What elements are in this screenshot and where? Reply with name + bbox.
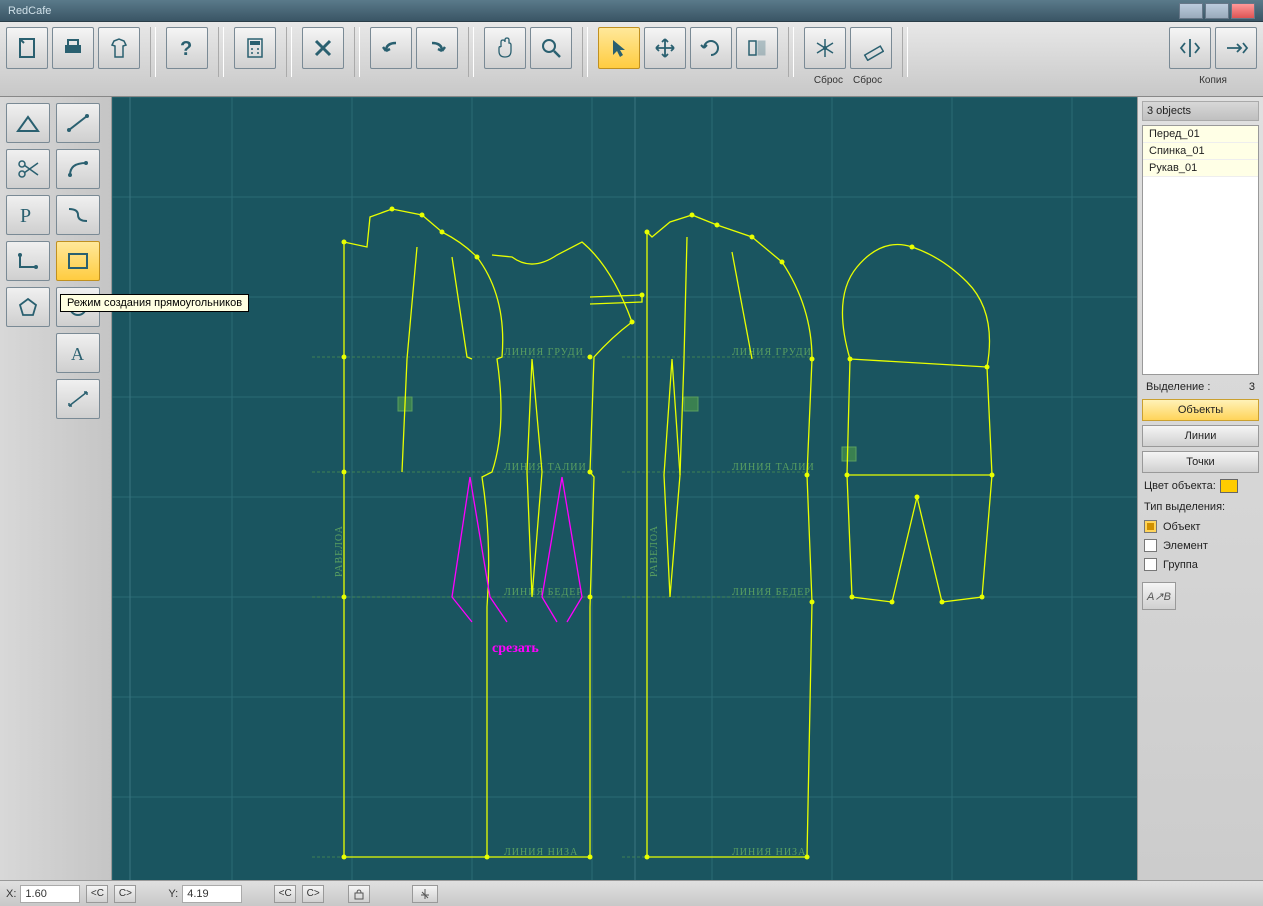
triangle-tool[interactable] <box>6 103 50 143</box>
x-dec[interactable]: <С <box>86 885 108 903</box>
main-toolbar: ? Сброс Сброс <box>0 22 1263 97</box>
svg-text:ЛИНИЯ БЕДЕР: ЛИНИЯ БЕДЕР <box>732 587 811 598</box>
y-dec[interactable]: <С <box>274 885 296 903</box>
zoom-button[interactable] <box>530 27 572 69</box>
move-button[interactable] <box>644 27 686 69</box>
svg-text:РАВЕЛОА: РАВЕЛОА <box>649 525 660 577</box>
rectangle-tool[interactable] <box>56 241 100 281</box>
point-tool[interactable]: P <box>6 195 50 235</box>
cut-tool[interactable] <box>6 149 50 189</box>
axis-button[interactable] <box>804 27 846 69</box>
rename-button[interactable]: A↗B <box>1142 582 1176 610</box>
lines-button[interactable]: Линии <box>1142 425 1259 447</box>
delete-button[interactable] <box>302 27 344 69</box>
list-item[interactable]: Рукав_01 <box>1143 160 1258 177</box>
object-list[interactable]: Перед_01 Спинка_01 Рукав_01 <box>1142 125 1259 375</box>
left-tool-palette: P A Режим создания прямоугольников <box>0 97 112 880</box>
right-panel: 3 objects Перед_01 Спинка_01 Рукав_01 Вы… <box>1137 97 1263 880</box>
redo-button[interactable] <box>416 27 458 69</box>
tooltip: Режим создания прямоугольников <box>60 294 249 312</box>
minimize-button[interactable] <box>1179 3 1203 19</box>
close-button[interactable] <box>1231 3 1255 19</box>
help-button[interactable]: ? <box>166 27 208 69</box>
x-inc[interactable]: С> <box>114 885 136 903</box>
objects-button[interactable]: Объекты <box>1142 399 1259 421</box>
svg-text:?: ? <box>180 38 192 60</box>
lock-button[interactable] <box>348 885 370 903</box>
y-label: Y: <box>168 888 178 900</box>
ruler-button[interactable] <box>850 27 892 69</box>
titlebar: RedCafe <box>0 0 1263 22</box>
svg-text:P: P <box>20 205 31 227</box>
copy-label: Копия <box>1199 75 1227 86</box>
snap-button[interactable] <box>412 885 438 903</box>
text-tool[interactable]: A <box>56 333 100 373</box>
maximize-button[interactable] <box>1205 3 1229 19</box>
measure-tool[interactable] <box>56 379 100 419</box>
curve-tool[interactable] <box>56 195 100 235</box>
shape-tool[interactable] <box>6 287 50 327</box>
svg-text:ЛИНИЯ ТАЛИИ: ЛИНИЯ ТАЛИИ <box>504 462 587 473</box>
mirror-button[interactable] <box>736 27 778 69</box>
print-button[interactable] <box>52 27 94 69</box>
arc-tool[interactable] <box>56 149 100 189</box>
select-button[interactable] <box>598 27 640 69</box>
chk-group[interactable]: Группа <box>1142 557 1259 572</box>
svg-text:A: A <box>71 344 84 364</box>
line-tool[interactable] <box>56 103 100 143</box>
svg-text:ЛИНИЯ ГРУДИ: ЛИНИЯ ГРУДИ <box>732 347 812 358</box>
points-button[interactable]: Точки <box>1142 451 1259 473</box>
svg-text:ЛИНИЯ ТАЛИИ: ЛИНИЯ ТАЛИИ <box>732 462 815 473</box>
color-label: Цвет объекта: <box>1144 480 1216 492</box>
calculator-button[interactable] <box>234 27 276 69</box>
undo-button[interactable] <box>370 27 412 69</box>
svg-text:ЛИНИЯ ГРУДИ: ЛИНИЯ ГРУДИ <box>504 347 584 358</box>
list-item[interactable]: Перед_01 <box>1143 126 1258 143</box>
list-item[interactable]: Спинка_01 <box>1143 143 1258 160</box>
x-label: X: <box>6 888 16 900</box>
object-count: 3 objects <box>1142 101 1259 121</box>
statusbar: X: 1.60 <С С> Y: 4.19 <С С> <box>0 880 1263 906</box>
color-swatch[interactable] <box>1220 479 1238 493</box>
selection-label: Выделение : <box>1146 381 1210 393</box>
canvas[interactable]: ЛИНИЯ ГРУДИ ЛИНИЯ ГРУДИ ЛИНИЯ ТАЛИИ ЛИНИ… <box>112 97 1137 880</box>
x-value: 1.60 <box>20 885 80 903</box>
pan-button[interactable] <box>484 27 526 69</box>
corner-tool[interactable] <box>6 241 50 281</box>
y-inc[interactable]: С> <box>302 885 324 903</box>
new-file-button[interactable] <box>6 27 48 69</box>
selection-count: 3 <box>1249 381 1255 393</box>
reset1-label: Сброс <box>814 75 843 86</box>
reset2-label: Сброс <box>853 75 882 86</box>
y-value: 4.19 <box>182 885 242 903</box>
app-title: RedCafe <box>8 5 51 17</box>
rotate-button[interactable] <box>690 27 732 69</box>
seltype-label: Тип выделения: <box>1142 499 1259 515</box>
chk-element[interactable]: Элемент <box>1142 538 1259 553</box>
mirror-copy-button[interactable] <box>1169 27 1211 69</box>
garment-button[interactable] <box>98 27 140 69</box>
svg-text:срезать: срезать <box>492 641 539 656</box>
copy-button[interactable] <box>1215 27 1257 69</box>
chk-object[interactable]: Объект <box>1142 519 1259 534</box>
